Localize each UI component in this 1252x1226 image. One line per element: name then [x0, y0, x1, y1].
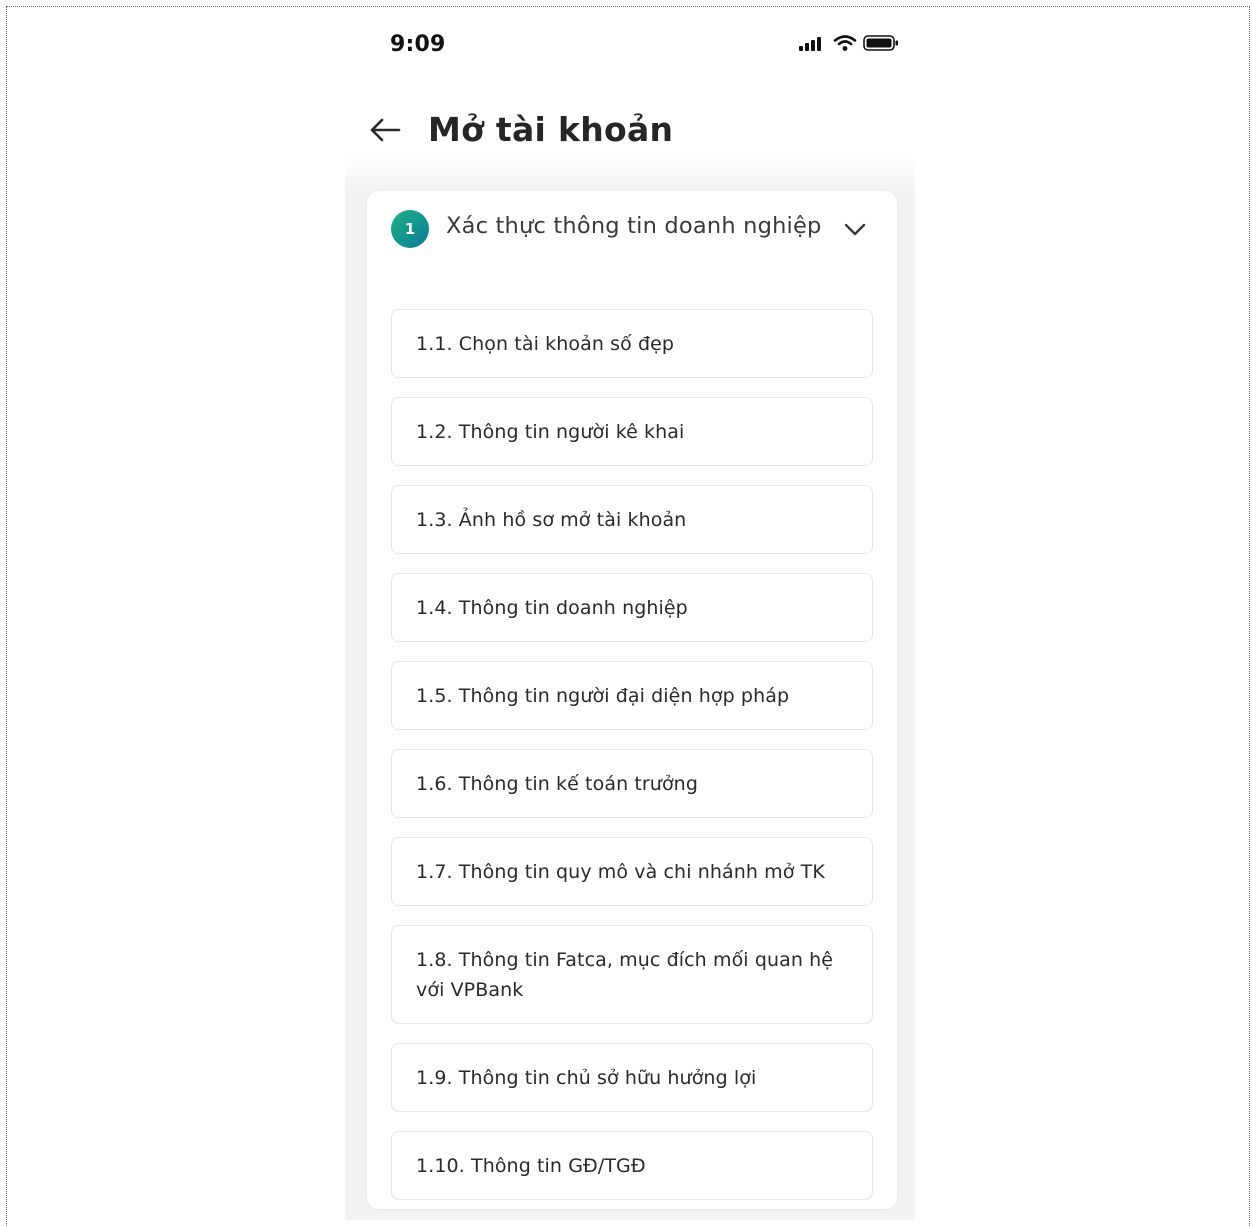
status-bar: 9:09	[345, 8, 915, 84]
status-icons	[797, 34, 899, 56]
chevron-down-icon[interactable]	[841, 215, 869, 243]
sub-step-item[interactable]: 1.1. Chọn tài khoản số đẹp	[391, 309, 873, 378]
step-card: 1 Xác thực thông tin doanh nghiệp 1.1. C…	[367, 191, 897, 1209]
sub-step-item[interactable]: 1.3. Ảnh hồ sơ mở tài khoản	[391, 485, 873, 554]
sub-step-item[interactable]: 1.4. Thông tin doanh nghiệp	[391, 573, 873, 642]
sub-step-item[interactable]: 1.5. Thông tin người đại diện hợp pháp	[391, 661, 873, 730]
sub-step-item[interactable]: 1.6. Thông tin kế toán trưởng	[391, 749, 873, 818]
step-title: Xác thực thông tin doanh nghiệp	[446, 213, 822, 239]
phone-screen: 9:09 Mở tài khoản 1 Xác thực thông tin d…	[345, 8, 915, 1220]
wifi-icon	[833, 34, 857, 56]
sub-step-item[interactable]: 1.2. Thông tin người kê khai	[391, 397, 873, 466]
signal-icon	[797, 34, 827, 56]
sub-step-item[interactable]: 1.8. Thông tin Fatca, mục đích mối quan …	[391, 925, 873, 1024]
sub-step-list: 1.1. Chọn tài khoản số đẹp 1.2. Thông ti…	[391, 309, 873, 1219]
sub-step-item[interactable]: 1.7. Thông tin quy mô và chi nhánh mở TK	[391, 837, 873, 906]
step-number-badge: 1	[391, 210, 429, 248]
back-button[interactable]	[367, 114, 403, 150]
step-accordion-header[interactable]: 1 Xác thực thông tin doanh nghiệp	[367, 191, 897, 301]
status-time: 9:09	[390, 32, 446, 57]
page-title: Mở tài khoản	[428, 110, 674, 149]
sub-step-item[interactable]: 1.10. Thông tin GĐ/TGĐ	[391, 1131, 873, 1200]
arrow-left-icon	[368, 117, 402, 147]
battery-icon	[863, 34, 899, 56]
sub-step-item[interactable]: 1.9. Thông tin chủ sở hữu hưởng lợi	[391, 1043, 873, 1112]
